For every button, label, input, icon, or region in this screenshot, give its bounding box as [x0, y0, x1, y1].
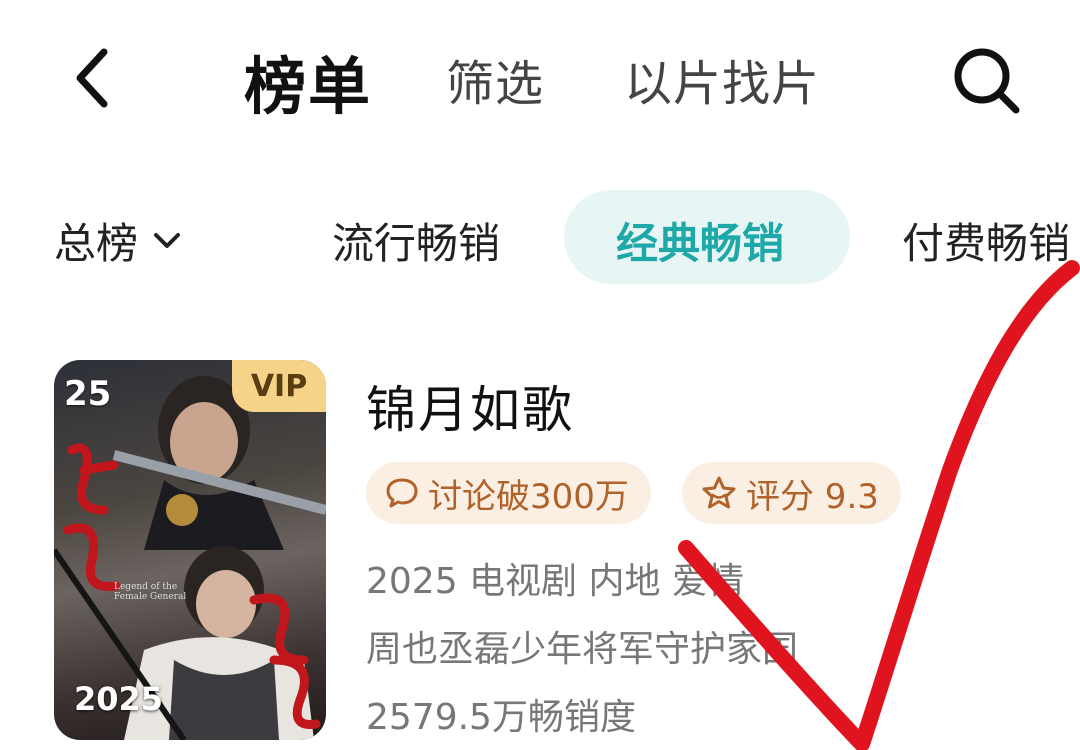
show-poster[interactable]: Legend of the Female General 25 VIP 2025 — [54, 360, 326, 740]
back-button[interactable] — [60, 38, 130, 118]
rating-chip: 评分 9.3 — [682, 462, 901, 524]
comment-icon — [386, 478, 418, 508]
discussion-count: 讨论破300万 — [428, 476, 629, 517]
image-search-tab[interactable]: 以片找片 — [624, 44, 820, 114]
poster-english-title: Legend of the Female General — [114, 582, 187, 602]
tab-total-dropdown[interactable]: 总榜 — [54, 210, 182, 271]
chevron-down-icon — [154, 232, 181, 248]
chevron-left-icon — [76, 48, 108, 108]
rank-number: 25 — [64, 374, 112, 414]
poster-year: 2025 — [74, 680, 164, 718]
tab-total-label: 总榜 — [54, 219, 139, 268]
filter-tab[interactable]: 筛选 — [446, 44, 544, 114]
sales-score: 2579.5万畅销度 — [366, 697, 636, 738]
star-icon — [702, 476, 736, 509]
tab-paid-bestseller[interactable]: 付费畅销 — [902, 210, 1070, 271]
vip-badge: VIP — [232, 360, 326, 412]
tab-popular-bestseller[interactable]: 流行畅销 — [332, 210, 500, 271]
show-tags: 2025 电视剧 内地 爱情 — [366, 561, 744, 602]
search-button[interactable] — [944, 38, 1028, 122]
discussion-chip: 讨论破300万 — [366, 462, 651, 524]
show-description: 周也丞磊少年将军守护家国 — [366, 629, 799, 670]
search-icon — [954, 48, 1020, 114]
page-title[interactable]: 榜单 — [244, 36, 372, 126]
ranking-page: 榜单 筛选 以片找片 总榜 流行畅销 经典畅销 付费畅销 Legend of t… — [0, 0, 1080, 750]
show-title[interactable]: 锦月如歌 — [366, 370, 574, 442]
tab-classic-bestseller[interactable]: 经典畅销 — [616, 210, 784, 271]
rating-value: 评分 9.3 — [746, 476, 879, 517]
